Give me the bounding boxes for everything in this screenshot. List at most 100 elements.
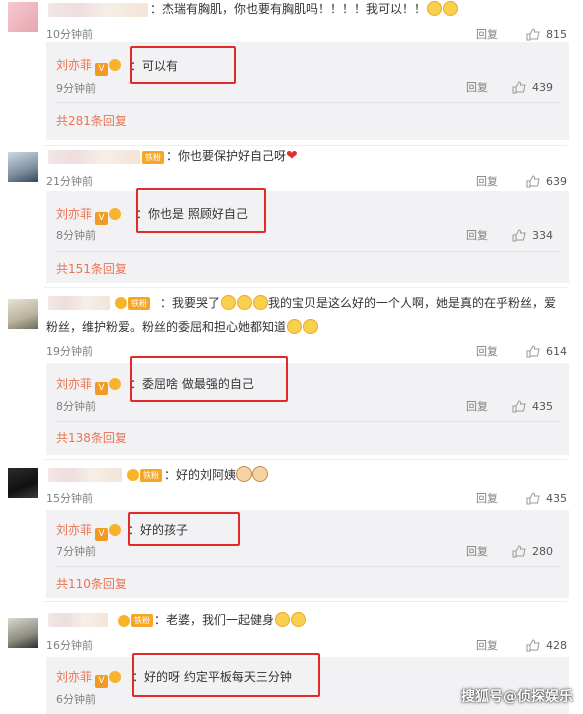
like-count: 439 bbox=[532, 80, 553, 94]
avatar[interactable] bbox=[8, 152, 38, 182]
fan-badge: 铁粉 bbox=[140, 469, 162, 482]
like-count: 639 bbox=[546, 174, 567, 188]
comment-time: 15分钟前 bbox=[46, 492, 93, 505]
reply-button[interactable]: 回复 bbox=[466, 398, 488, 414]
reply-button[interactable]: 回复 bbox=[466, 79, 488, 95]
highlight-box bbox=[128, 512, 240, 546]
heart-icon: ❤ bbox=[286, 148, 298, 164]
reply-author[interactable]: 刘亦菲 V bbox=[56, 668, 122, 688]
crown-badge-icon bbox=[127, 469, 139, 481]
comment-time: 21分钟前 bbox=[46, 175, 93, 188]
divider bbox=[44, 287, 567, 288]
comment-body: ：好的刘阿姨 bbox=[164, 468, 237, 482]
emoji-icon bbox=[443, 1, 459, 16]
avatar[interactable] bbox=[8, 2, 38, 32]
comment-text: ：杰瑞有胸肌，你也要有胸肌吗！！！！我可以！！ bbox=[150, 1, 459, 18]
crying-emoji-icon bbox=[275, 612, 291, 627]
like-count: 435 bbox=[546, 491, 567, 505]
divider bbox=[56, 251, 559, 252]
comment-body: ：我要哭了 bbox=[160, 296, 221, 310]
fan-badge: 铁粉 bbox=[131, 614, 153, 627]
commenter-name[interactable] bbox=[48, 150, 140, 164]
crying-emoji-icon bbox=[303, 319, 319, 334]
avatar[interactable] bbox=[8, 299, 38, 329]
comment-text: ：你也要保护好自己呀❤ bbox=[166, 148, 298, 165]
commenter-name[interactable] bbox=[48, 3, 148, 17]
more-replies-link[interactable]: 共110条回复 bbox=[56, 575, 127, 592]
thumbs-up-icon[interactable] bbox=[512, 399, 526, 413]
crown-badge-icon bbox=[118, 615, 130, 627]
thumbs-up-icon[interactable] bbox=[526, 638, 540, 652]
comment-actions: 回复 428 bbox=[476, 637, 567, 653]
crying-emoji-icon bbox=[237, 295, 253, 310]
reply-box: 刘亦菲 V ：可以有 9分钟前 回复 439 共281条回复 bbox=[46, 42, 569, 140]
comment-actions: 回复 639 bbox=[476, 173, 567, 189]
reply-button[interactable]: 回复 bbox=[466, 543, 488, 559]
reply-author[interactable]: 刘亦菲 V bbox=[56, 56, 122, 76]
avatar[interactable] bbox=[8, 468, 38, 498]
crown-badge-icon bbox=[109, 378, 122, 390]
more-replies-link[interactable]: 共151条回复 bbox=[56, 260, 127, 277]
reply-actions: 回复 439 bbox=[466, 79, 553, 95]
highlight-box bbox=[132, 653, 320, 697]
reply-author[interactable]: 刘亦菲 V bbox=[56, 205, 122, 225]
reply-time: 6分钟前 bbox=[56, 693, 96, 706]
reply-box: 刘亦菲 V ：好的孩子 7分钟前 回复 280 共110条回复 bbox=[46, 510, 569, 598]
reply-button[interactable]: 回复 bbox=[476, 343, 498, 359]
thumbs-up-icon[interactable] bbox=[526, 344, 540, 358]
divider bbox=[56, 102, 559, 103]
like-count: 280 bbox=[532, 544, 553, 558]
divider bbox=[44, 601, 567, 602]
reply-button[interactable]: 回复 bbox=[476, 490, 498, 506]
more-replies-link[interactable]: 共138条回复 bbox=[56, 429, 127, 446]
commenter-name[interactable] bbox=[48, 468, 122, 482]
thumbs-up-icon[interactable] bbox=[512, 544, 526, 558]
verified-badge-icon: V bbox=[95, 382, 109, 395]
avatar[interactable] bbox=[8, 618, 38, 648]
reply-author[interactable]: 刘亦菲 V bbox=[56, 375, 122, 395]
comment-body: ：杰瑞有胸肌，你也要有胸肌吗！！！！我可以！！ bbox=[150, 2, 427, 16]
thumbs-up-icon[interactable] bbox=[512, 228, 526, 242]
like-count: 815 bbox=[546, 27, 567, 41]
comment-body: ：你也要保护好自己呀 bbox=[166, 149, 287, 163]
like-count: 428 bbox=[546, 638, 567, 652]
comment-actions: 回复 614 bbox=[476, 343, 567, 359]
commenter-name[interactable] bbox=[48, 613, 108, 627]
reply-time: 9分钟前 bbox=[56, 82, 96, 95]
comment-item: 铁粉 ：你也要保护好自己呀❤ 21分钟前 回复 639 刘亦菲 V ：你也是 照顾… bbox=[0, 145, 583, 285]
comment-text: ：我要哭了 我的宝贝是这么好的一个人啊，她是真的在乎粉丝，爱 bbox=[160, 295, 556, 312]
highlight-box bbox=[130, 356, 288, 402]
comment-text: ：老婆，我们一起健身 bbox=[154, 612, 307, 629]
crown-badge-icon bbox=[109, 208, 122, 220]
thumbs-up-icon[interactable] bbox=[526, 174, 540, 188]
crown-badge-icon bbox=[109, 671, 122, 683]
comment-text-line2: 粉丝，维护粉爱。粉丝的委屈和担心她都知道 bbox=[46, 319, 319, 336]
more-replies-link[interactable]: 共281条回复 bbox=[56, 112, 127, 129]
fan-badge: 铁粉 bbox=[142, 151, 164, 164]
like-count: 614 bbox=[546, 344, 567, 358]
thumbs-up-icon[interactable] bbox=[526, 491, 540, 505]
comment-time: 16分钟前 bbox=[46, 639, 93, 652]
commenter-name[interactable] bbox=[48, 296, 110, 310]
thumbs-up-icon[interactable] bbox=[526, 27, 540, 41]
thumbs-up-icon[interactable] bbox=[512, 80, 526, 94]
verified-badge-icon: V bbox=[95, 528, 109, 541]
reply-actions: 回复 435 bbox=[466, 398, 553, 414]
reply-button[interactable]: 回复 bbox=[476, 26, 498, 42]
like-count: 334 bbox=[532, 228, 553, 242]
reply-button[interactable]: 回复 bbox=[466, 227, 488, 243]
divider bbox=[56, 421, 559, 422]
crying-emoji-icon bbox=[221, 295, 237, 310]
crying-emoji-icon bbox=[291, 612, 307, 627]
comment-body: 我的宝贝是这么好的一个人啊，她是真的在乎粉丝，爱 bbox=[268, 296, 557, 310]
comment-body: 粉丝，维护粉爱。粉丝的委屈和担心她都知道 bbox=[46, 320, 287, 334]
reply-button[interactable]: 回复 bbox=[476, 637, 498, 653]
highlight-box bbox=[136, 188, 266, 233]
crying-emoji-icon bbox=[287, 319, 303, 334]
reply-author[interactable]: 刘亦菲 V bbox=[56, 521, 122, 541]
reply-box: 刘亦菲 V ：你也是 照顾好自己 8分钟前 回复 334 共151条回复 bbox=[46, 188, 569, 283]
comment-actions: 回复 815 bbox=[476, 26, 567, 42]
reply-button[interactable]: 回复 bbox=[476, 173, 498, 189]
comment-time: 19分钟前 bbox=[46, 345, 93, 358]
comment-text: ：好的刘阿姨 bbox=[164, 466, 269, 484]
